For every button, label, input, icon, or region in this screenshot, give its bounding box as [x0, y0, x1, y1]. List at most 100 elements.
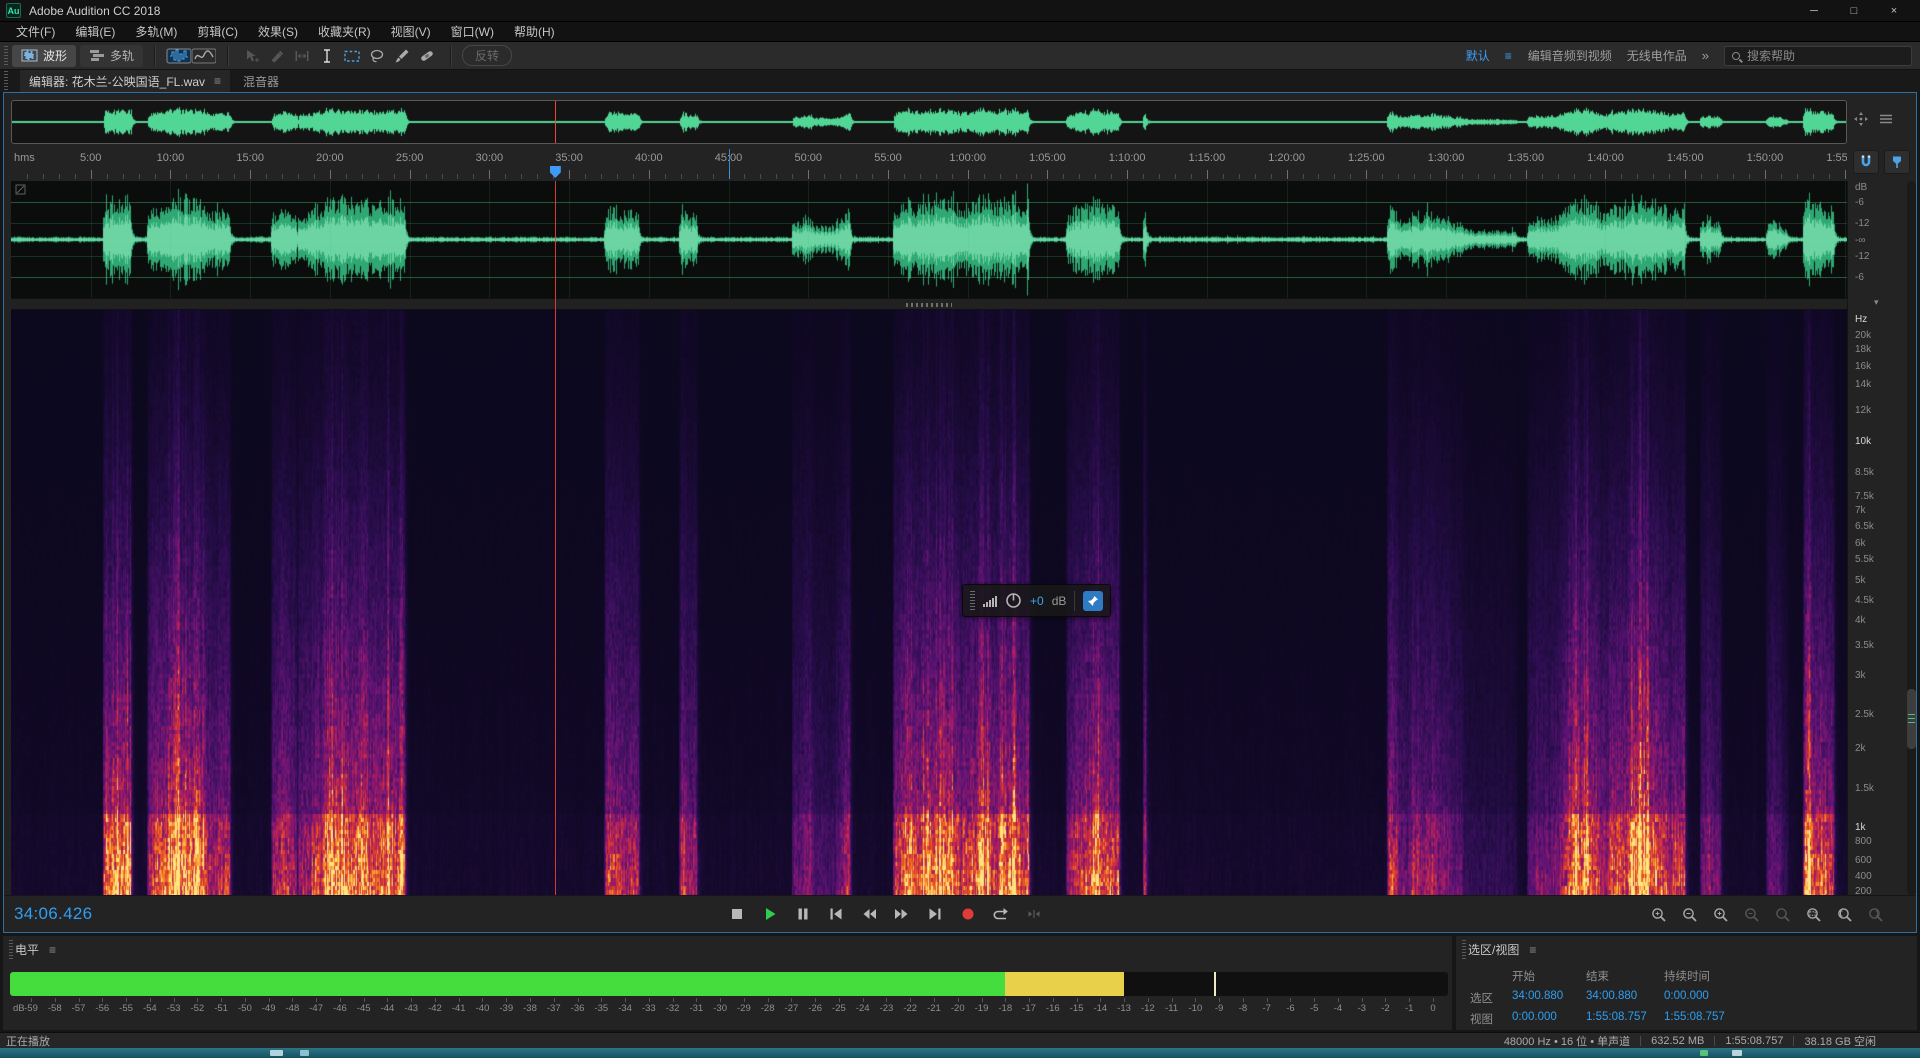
selection-end-value[interactable]: 34:00.880 — [1586, 990, 1664, 1006]
menu-item-edit[interactable]: 编辑(E) — [65, 22, 125, 41]
skip-selection-button[interactable] — [1023, 903, 1045, 925]
levels-grip[interactable] — [9, 940, 13, 960]
snap-toggle-button[interactable] — [1853, 150, 1879, 174]
zoom-to-selection-button[interactable] — [1802, 904, 1826, 926]
play-button[interactable] — [759, 903, 781, 925]
zoom-in-time-button[interactable] — [1647, 904, 1671, 926]
toolbar-grip[interactable] — [4, 46, 8, 66]
zoom-out-time-button[interactable] — [1678, 904, 1702, 926]
menu-item-clip[interactable]: 剪辑(C) — [187, 22, 248, 41]
marker-button[interactable] — [1884, 150, 1910, 174]
timeline-ruler[interactable]: hms 5:0010:0015:0020:0025:0030:0035:0040… — [11, 149, 1847, 179]
windows-taskbar[interactable] — [0, 1048, 1920, 1058]
workspace-radio-production[interactable]: 无线电作品 — [1627, 47, 1687, 64]
skip-to-start-button[interactable] — [825, 903, 847, 925]
minimize-button[interactable]: ─ — [1794, 0, 1834, 21]
menu-item-effects[interactable]: 效果(S) — [248, 22, 308, 41]
scale-collapse-icon[interactable]: ▾ — [1874, 297, 1879, 308]
menu-item-favorites[interactable]: 收藏夹(R) — [308, 22, 381, 41]
view-duration-value[interactable]: 1:55:08.757 — [1664, 1011, 1764, 1027]
splitter-handle-icon[interactable] — [906, 303, 952, 307]
menu-item-window[interactable]: 窗口(W) — [441, 22, 504, 41]
levels-panel-menu-icon[interactable]: ≡ — [49, 943, 56, 957]
invert-button[interactable]: 反转 — [462, 45, 512, 66]
waveform-view-button[interactable]: 波形 — [12, 45, 76, 67]
vertical-scrollbar[interactable] — [1907, 181, 1916, 895]
volume-hud[interactable]: +0 dB — [962, 584, 1111, 617]
workspace-default[interactable]: 默认 — [1466, 47, 1490, 64]
workspace-overflow-chevron[interactable]: » — [1702, 48, 1709, 63]
gain-value[interactable]: +0 — [1030, 594, 1044, 608]
rewind-button[interactable] — [858, 903, 880, 925]
menu-item-view[interactable]: 视图(V) — [381, 22, 441, 41]
vertical-scrollbar-thumb[interactable] — [1907, 689, 1916, 749]
overview-zoom-icon[interactable] — [1853, 111, 1869, 127]
waveform-display[interactable] — [11, 181, 1847, 298]
zoom-out-amplitude-button[interactable] — [1740, 904, 1764, 926]
stop-button[interactable] — [726, 903, 748, 925]
taskbar-icon[interactable] — [270, 1050, 283, 1056]
tab-mixer[interactable]: 混音器 — [230, 70, 292, 92]
meter-scale-label: -58 — [48, 1003, 62, 1014]
tab-editor[interactable]: 编辑器: 花木兰-公映国语_FL.wav ≡ — [20, 70, 230, 92]
editor-panel-menu-icon[interactable]: ≡ — [214, 74, 221, 88]
move-tool[interactable] — [239, 45, 264, 67]
playhead-line[interactable] — [555, 181, 556, 895]
timeline-marker[interactable] — [729, 149, 730, 179]
overview-menu-icon[interactable] — [1878, 111, 1894, 127]
multitrack-view-button[interactable]: 多轨 — [80, 45, 143, 67]
menu-item-file[interactable]: 文件(F) — [6, 22, 65, 41]
overview-strip[interactable] — [11, 100, 1847, 144]
taskbar-icon[interactable] — [1732, 1050, 1742, 1056]
workspace-edit-audio-to-video[interactable]: 编辑音频到视频 — [1528, 47, 1612, 64]
taskbar-icon[interactable] — [1700, 1050, 1708, 1056]
pause-button[interactable] — [792, 903, 814, 925]
overview-playhead[interactable] — [555, 101, 556, 144]
playhead-handle[interactable] — [550, 166, 561, 178]
close-button[interactable]: × — [1874, 0, 1914, 21]
time-selection-tool[interactable] — [314, 45, 339, 67]
zoom-in-amplitude-button[interactable] — [1709, 904, 1733, 926]
slip-tool[interactable] — [289, 45, 314, 67]
waveform-time-gridline — [91, 181, 92, 298]
meter-scale-tick — [982, 998, 983, 1002]
paintbrush-selection-tool[interactable] — [389, 45, 414, 67]
gain-knob-icon[interactable] — [1005, 592, 1022, 609]
hud-pin-button[interactable] — [1083, 591, 1103, 611]
spot-healing-brush-tool[interactable] — [414, 45, 439, 67]
zoom-reset-button[interactable] — [1771, 904, 1795, 926]
spectrogram-display[interactable] — [11, 310, 1847, 895]
overview-waveform[interactable] — [12, 101, 1846, 143]
show-spectrogram-toggle[interactable] — [191, 45, 216, 67]
menu-item-multitrack[interactable]: 多轨(M) — [125, 22, 187, 41]
selection-duration-value[interactable]: 0:00.000 — [1664, 990, 1764, 1006]
zoom-to-in-point-button[interactable] — [1833, 904, 1857, 926]
loop-playback-button[interactable] — [990, 903, 1012, 925]
tabs-grip[interactable] — [4, 71, 8, 91]
view-end-value[interactable]: 1:55:08.757 — [1586, 1011, 1664, 1027]
meter-scale-tick — [340, 998, 341, 1002]
spectrogram-canvas[interactable] — [11, 310, 1847, 895]
workspace-menu-icon[interactable]: ≡ — [1505, 49, 1513, 63]
help-search-input[interactable]: 搜索帮助 — [1724, 46, 1912, 66]
record-button[interactable] — [957, 903, 979, 925]
meter-scale-tick — [1267, 998, 1268, 1002]
hud-drag-handle[interactable] — [970, 591, 975, 611]
zoom-to-out-point-button[interactable] — [1864, 904, 1888, 926]
waveform-spectrogram-splitter[interactable] — [11, 298, 1847, 310]
waveform-grabber-icon[interactable] — [15, 184, 27, 196]
current-time-display[interactable]: 34:06.426 — [14, 904, 92, 924]
skip-to-end-button[interactable] — [924, 903, 946, 925]
fast-forward-button[interactable] — [891, 903, 913, 925]
taskbar-icon[interactable] — [300, 1050, 309, 1056]
selection-start-value[interactable]: 34:00.880 — [1512, 990, 1586, 1006]
view-start-value[interactable]: 0:00.000 — [1512, 1011, 1586, 1027]
marquee-selection-tool[interactable] — [339, 45, 364, 67]
menu-item-help[interactable]: 帮助(H) — [504, 22, 565, 41]
show-waveform-toggle[interactable] — [166, 45, 191, 67]
selview-grip[interactable] — [1462, 940, 1466, 960]
maximize-button[interactable]: □ — [1834, 0, 1874, 21]
lasso-selection-tool[interactable] — [364, 45, 389, 67]
razor-tool[interactable] — [264, 45, 289, 67]
selview-panel-menu-icon[interactable]: ≡ — [1529, 943, 1536, 957]
